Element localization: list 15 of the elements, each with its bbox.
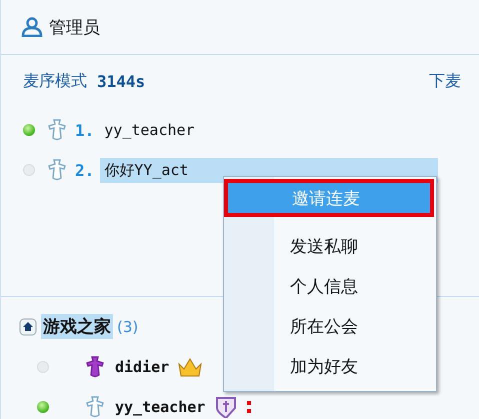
channel-name[interactable]: 游戏之家: [41, 314, 113, 339]
queue-number: 1.: [75, 120, 94, 140]
menu-item[interactable]: 个人信息: [224, 267, 436, 305]
mode-timer: 3144s: [97, 72, 146, 91]
queue-user[interactable]: yy_teacher: [100, 118, 199, 142]
menu-item[interactable]: 加为好友: [224, 347, 436, 385]
member-name[interactable]: didier: [115, 358, 170, 376]
menu-item[interactable]: 所在公会: [224, 307, 436, 345]
mode-label: 麦序模式: [23, 71, 87, 92]
member-name[interactable]: yy_teacher: [115, 398, 206, 416]
member-count: (3): [117, 318, 138, 336]
panel-title: 管理员: [49, 16, 100, 38]
queue-number: 2.: [75, 160, 94, 180]
leave-mic-link[interactable]: 下麦: [429, 71, 461, 92]
menu-item[interactable]: 发送私聊: [224, 227, 436, 265]
